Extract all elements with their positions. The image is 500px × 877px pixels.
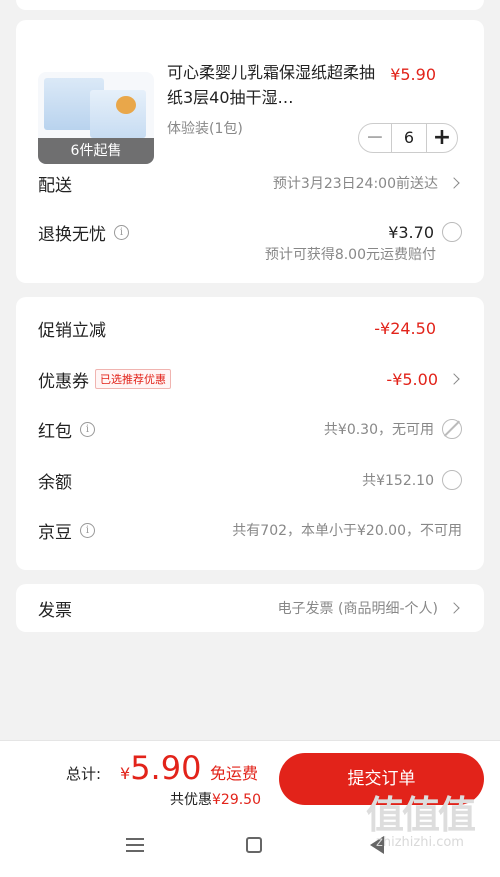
delivery-value: 预计3月23日24:00前送达 — [272, 176, 438, 192]
increase-button[interactable]: + — [427, 124, 457, 152]
watermark: 值值值 zhizhizhi.com — [350, 795, 490, 850]
product-thumbnail[interactable]: 6件起售 — [38, 72, 154, 164]
return-row[interactable]: 退换无忧 i ¥3.70 — [38, 219, 462, 245]
quantity-input[interactable]: 6 — [391, 124, 427, 152]
delivery-label: 配送 — [38, 175, 72, 196]
return-note: 预计可获得8.00元运费赔付 — [264, 247, 436, 263]
menu-icon[interactable] — [126, 838, 144, 852]
red-packet-label: 红包 — [38, 421, 72, 442]
invoice-card[interactable]: 发票 电子发票 (商品明细-个人) — [16, 584, 484, 632]
invoice-row[interactable]: 发票 电子发票 (商品明细-个人) — [38, 595, 462, 621]
discount-summary-label: 共优惠 — [170, 792, 212, 808]
product-title[interactable]: 可心柔婴儿乳霜保湿纸超柔抽纸3层40抽干湿… — [167, 60, 382, 110]
jingdou-label: 京豆 — [38, 522, 72, 543]
product-price: ¥5.90 — [390, 65, 436, 84]
disabled-icon — [442, 419, 462, 439]
discount-summary: 共优惠¥29.50 — [170, 789, 261, 809]
balance-label: 余额 — [38, 472, 72, 493]
promo-row: 促销立减 -¥24.50 — [38, 315, 462, 341]
chevron-right-icon — [448, 177, 460, 189]
coupon-label: 优惠券 — [38, 371, 89, 392]
total-value: 5.90 — [130, 749, 202, 787]
return-label: 退换无忧 — [38, 224, 106, 245]
balance-row[interactable]: 余额 共¥152.10 — [38, 467, 462, 493]
red-packet-row: 红包 i 共¥0.30，无可用 — [38, 416, 462, 442]
currency-symbol: ¥ — [120, 764, 131, 783]
invoice-value: 电子发票 (商品明细-个人) — [277, 601, 438, 617]
return-radio-icon[interactable] — [442, 222, 462, 242]
promo-value: -¥24.50 — [374, 318, 436, 338]
product-card: 6件起售 可心柔婴儿乳霜保湿纸超柔抽纸3层40抽干湿… ¥5.90 体验装(1包… — [16, 20, 484, 283]
discount-card: 促销立减 -¥24.50 优惠券 已选推荐优惠 -¥5.00 红包 i 共¥0.… — [16, 297, 484, 570]
chevron-right-icon — [448, 602, 460, 614]
previous-card-stub — [16, 0, 484, 10]
delivery-row[interactable]: 配送 预计3月23日24:00前送达 — [38, 170, 462, 196]
quantity-stepper: − 6 + — [358, 123, 458, 153]
free-shipping-label: 免运费 — [210, 764, 259, 783]
promo-label: 促销立减 — [38, 320, 106, 341]
decrease-button[interactable]: − — [359, 124, 391, 152]
info-icon[interactable]: i — [80, 522, 95, 538]
jingdou-row: 京豆 i 共有702，本单小于¥20.00，不可用 — [38, 517, 462, 543]
total-label: 总计: — [66, 765, 102, 783]
watermark-url: zhizhizhi.com — [376, 835, 464, 850]
invoice-label: 发票 — [38, 600, 72, 621]
red-packet-value: 共¥0.30，无可用 — [323, 422, 434, 438]
product-spec: 体验装(1包) — [167, 121, 243, 137]
jingdou-value: 共有702，本单小于¥20.00，不可用 — [232, 523, 462, 539]
chevron-right-icon — [448, 373, 460, 385]
balance-value: 共¥152.10 — [362, 473, 434, 489]
coupon-row[interactable]: 优惠券 已选推荐优惠 -¥5.00 — [38, 366, 462, 392]
product-image-pack-2 — [90, 90, 146, 138]
info-icon[interactable]: i — [80, 421, 95, 437]
product-mascot-icon — [116, 96, 136, 114]
home-icon[interactable] — [246, 837, 262, 853]
coupon-tag: 已选推荐优惠 — [95, 369, 171, 389]
info-icon[interactable]: i — [114, 224, 129, 240]
watermark-logo: 值值值 — [365, 793, 476, 837]
return-price: ¥3.70 — [388, 222, 434, 242]
min-purchase-badge: 6件起售 — [38, 138, 154, 164]
coupon-value: -¥5.00 — [386, 369, 438, 389]
discount-summary-amount: ¥29.50 — [212, 792, 261, 808]
total-amount: ¥5.90 — [120, 749, 201, 787]
balance-radio-icon[interactable] — [442, 470, 462, 490]
